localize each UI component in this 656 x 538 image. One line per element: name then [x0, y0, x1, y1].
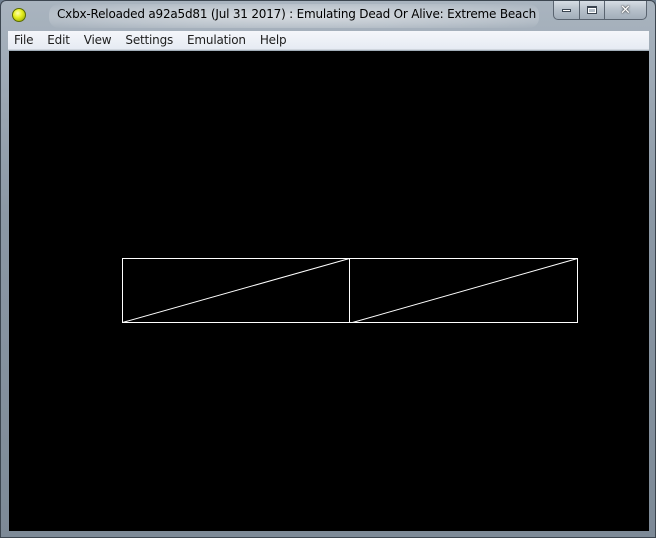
window-controls: ✕: [553, 1, 647, 21]
menu-help[interactable]: Help: [254, 31, 295, 50]
wireframe-diagonal-left: [122, 258, 350, 323]
menu-settings[interactable]: Settings: [119, 31, 181, 50]
close-icon: ✕: [620, 2, 631, 18]
wireframe-diagonal-right: [352, 258, 578, 323]
app-window: Cxbx-Reloaded a92a5d81 (Jul 31 2017) : E…: [0, 0, 656, 538]
wireframe-canvas: [122, 258, 578, 323]
title-bar[interactable]: Cxbx-Reloaded a92a5d81 (Jul 31 2017) : E…: [1, 1, 655, 31]
menu-file[interactable]: File: [8, 31, 41, 50]
xbox-orb-icon[interactable]: [12, 8, 26, 22]
maximize-button[interactable]: [579, 1, 604, 20]
menu-view[interactable]: View: [78, 31, 120, 50]
maximize-icon: [587, 6, 597, 14]
menu-bar: File Edit View Settings Emulation Help: [8, 31, 649, 50]
close-button[interactable]: ✕: [604, 1, 647, 20]
window-title: Cxbx-Reloaded a92a5d81 (Jul 31 2017) : E…: [57, 7, 537, 21]
minimize-icon: [562, 8, 571, 12]
menu-emulation[interactable]: Emulation: [181, 31, 254, 50]
menu-edit[interactable]: Edit: [41, 31, 77, 50]
minimize-button[interactable]: [553, 1, 579, 20]
render-viewport[interactable]: [9, 51, 649, 531]
